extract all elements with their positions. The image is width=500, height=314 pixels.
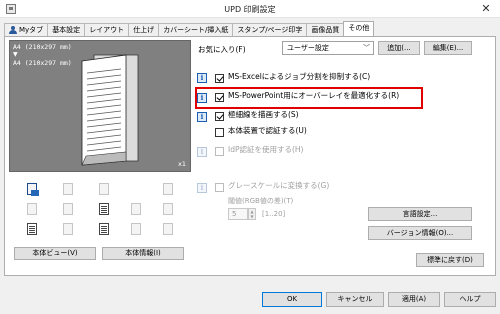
rotate-icon[interactable] [160, 182, 176, 196]
tab-basic[interactable]: 基本設定 [47, 23, 86, 36]
add-favorite-button[interactable]: 追加(... [378, 41, 420, 55]
staple-icon[interactable] [60, 202, 76, 216]
tab-other[interactable]: その他 [343, 21, 375, 36]
idp-auth-label: IdP認証を使用する(H) [228, 145, 304, 154]
restore-defaults-button[interactable]: 標準に戻す(D) [416, 253, 484, 267]
favorites-value: ユーザー設定 [287, 44, 329, 52]
page-preview-image [81, 54, 139, 166]
tab-bar: Myタブ 基本設定 レイアウト 仕上げ カバーシート/挿入紙 スタンプ/ページ印… [4, 21, 375, 36]
stamp-icon[interactable] [60, 222, 76, 236]
tab-my-tab[interactable]: Myタブ [4, 23, 49, 36]
grayscale-checkbox [215, 183, 224, 192]
info-icon: i [197, 147, 207, 157]
print-icon[interactable] [24, 222, 40, 236]
copies-label: x1 [178, 160, 186, 168]
secure-icon[interactable] [160, 222, 176, 236]
thin-line-checkbox[interactable] [215, 112, 224, 121]
chevron-down-icon: ﹀ [363, 44, 370, 52]
down-arrow-icon: ▼ [13, 51, 18, 58]
version-info-button[interactable]: バージョン情報(O)... [368, 226, 472, 240]
language-settings-button[interactable]: 言語設定... [368, 207, 472, 221]
cancel-button[interactable]: キャンセル [326, 292, 384, 307]
booklet-icon[interactable] [96, 182, 112, 196]
punch-icon[interactable] [128, 202, 144, 216]
copy-icon[interactable] [96, 222, 112, 236]
idp-auth-checkbox [215, 147, 224, 156]
tab-finishing[interactable]: 仕上げ [128, 23, 160, 36]
function-icon-grid [20, 180, 180, 242]
original-size-label: A4 (210x297 mm) [13, 43, 72, 51]
help-button[interactable]: ヘルプ [444, 292, 496, 307]
print-preview: A4 (210x297 mm) ▼ A4 (210x297 mm) x1 [9, 40, 191, 172]
tray-icon[interactable] [24, 182, 40, 196]
output-size-label: A4 (210x297 mm) [13, 59, 72, 67]
info-icon: i [197, 183, 207, 193]
title-bar: UPD 印刷設定 ✕ [0, 0, 500, 18]
info-icon[interactable]: i [197, 73, 207, 83]
duplex-icon[interactable] [60, 182, 76, 196]
fold-icon[interactable] [160, 202, 176, 216]
window-title: UPD 印刷設定 [224, 5, 276, 14]
tab-image-quality[interactable]: 画像品質 [306, 23, 345, 36]
tab-stamp[interactable]: スタンプ/ページ印字 [232, 23, 308, 36]
user-icon [9, 26, 17, 34]
excel-job-split-label: MS-Excelによるジョブ分割を抑制する(C) [228, 72, 371, 81]
apply-button[interactable]: 適用(A) [388, 292, 440, 307]
excel-job-split-checkbox[interactable] [215, 74, 224, 83]
tab-layout[interactable]: レイアウト [84, 23, 130, 36]
close-icon[interactable]: ✕ [472, 0, 500, 18]
threshold-input: 5 [228, 208, 248, 220]
device-auth-checkbox[interactable] [215, 128, 224, 137]
thin-line-label: 極細線を描画する(S) [228, 110, 299, 119]
tab-cover-sheet[interactable]: カバーシート/挿入紙 [158, 23, 234, 36]
printer-info-button[interactable]: 本体情報(I) [102, 247, 184, 260]
edit-favorite-button[interactable]: 編集(E)... [424, 41, 472, 55]
favorites-select[interactable]: ユーザー設定 ﹀ [282, 41, 374, 55]
info-icon[interactable]: i [197, 112, 207, 122]
tab-label: Myタブ [19, 26, 44, 34]
highlight-box [195, 87, 423, 109]
text-page-icon[interactable] [96, 202, 112, 216]
device-auth-label: 本体装置で認証する(U) [228, 126, 307, 135]
favorites-label: お気に入り(F) [198, 45, 246, 54]
grayscale-label: グレースケールに変換する(G) [228, 181, 330, 190]
cover-icon[interactable] [128, 222, 144, 236]
printer-view-button[interactable]: 本体ビュー(V) [14, 247, 96, 260]
threshold-range: [1..20] [262, 210, 286, 218]
threshold-label: 閾値(RGB値の差)(T) [228, 197, 294, 205]
combine-icon[interactable] [24, 202, 40, 216]
ok-button[interactable]: OK [262, 292, 322, 307]
spinner-arrows-icon: ▲ ▼ [248, 208, 256, 220]
